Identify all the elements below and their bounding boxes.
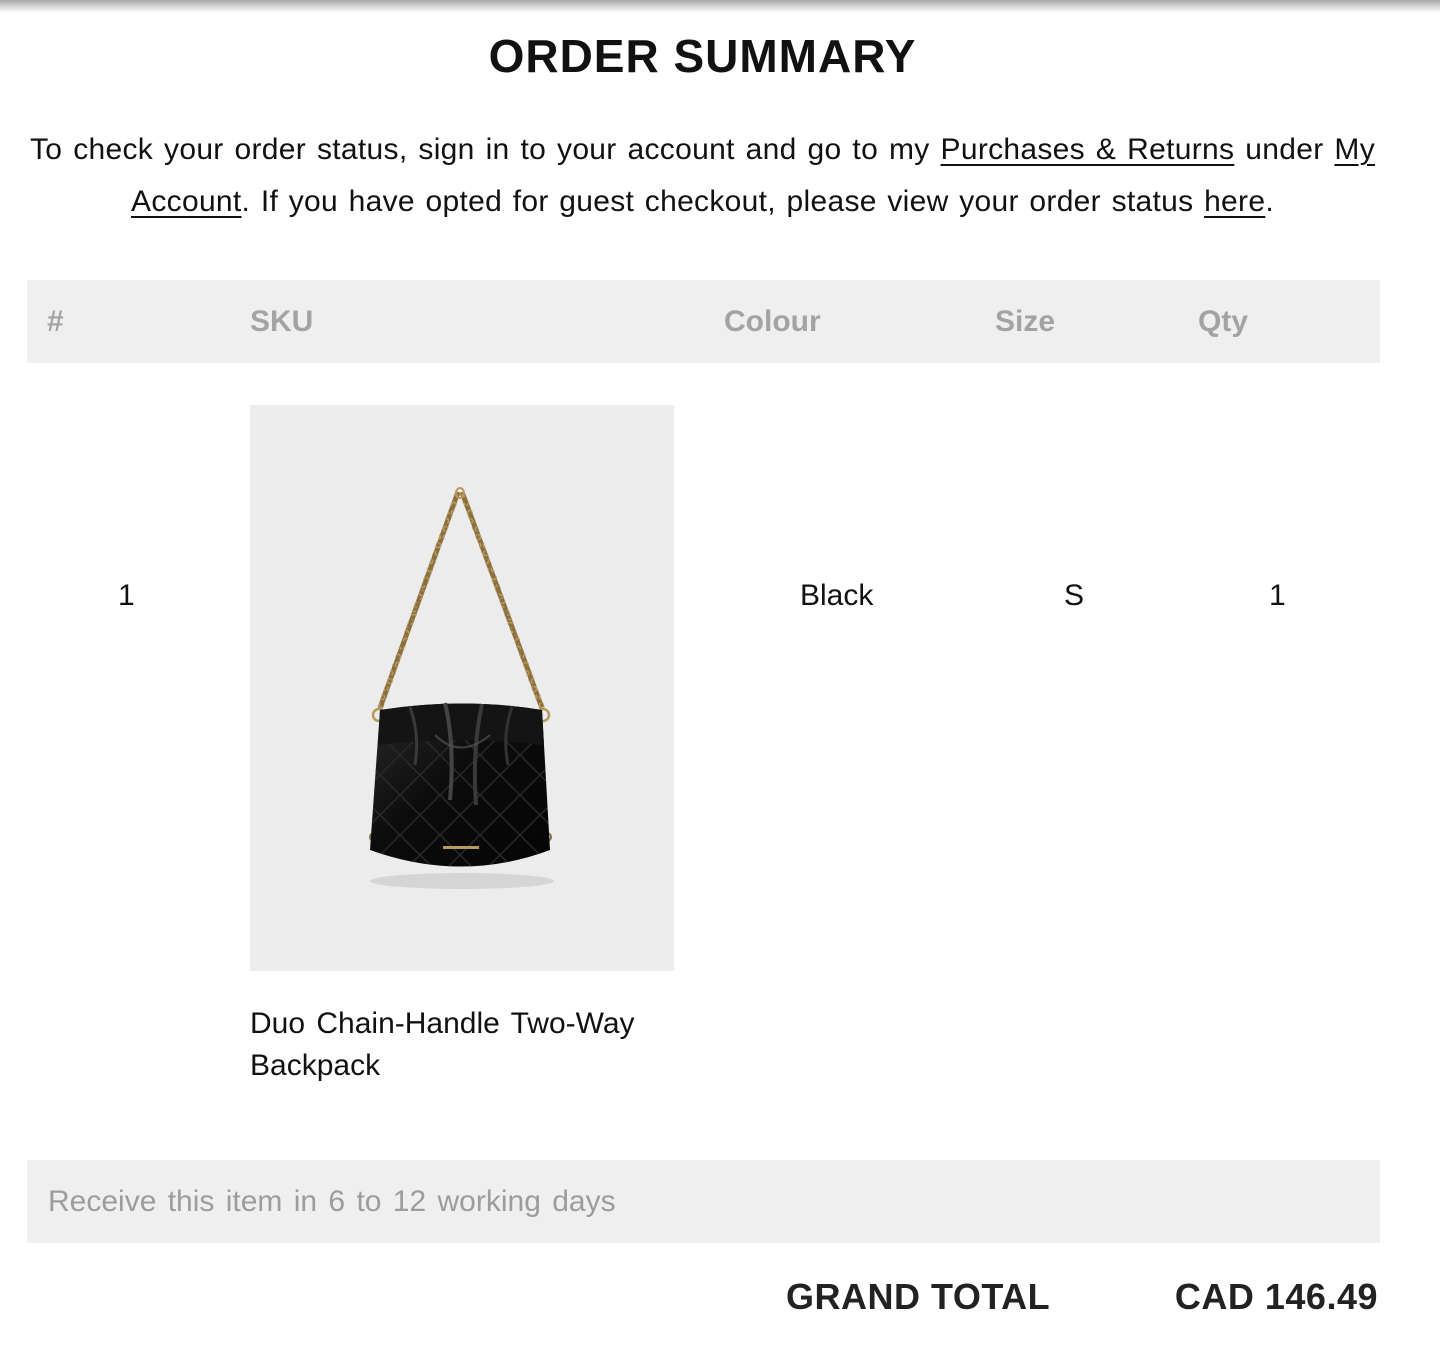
intro-text-3: . If you have opted for guest checkout, … (241, 185, 1205, 218)
intro-text-4: . (1265, 185, 1274, 218)
black-quilted-bucket-bag-image (369, 487, 554, 889)
order-status-instructions: To check your order status, sign in to y… (30, 124, 1375, 228)
intro-text-2: under (1234, 133, 1335, 166)
top-edge-shadow (0, 0, 1440, 14)
grand-total-label: GRAND TOTAL (786, 1276, 1051, 1317)
column-header-sku: SKU (250, 305, 314, 338)
page-title: ORDER SUMMARY (488, 30, 917, 82)
column-header-size: Size (995, 305, 1056, 338)
column-header-colour: Colour (724, 305, 821, 338)
product-name[interactable]: Duo Chain-Handle Two-Way Backpack (250, 1003, 680, 1087)
row-colour: Black (800, 579, 874, 612)
grand-total-value: CAD 146.49 (1174, 1276, 1378, 1317)
delivery-estimate-text: Receive this item in 6 to 12 working day… (48, 1185, 616, 1218)
product-image[interactable] (250, 405, 674, 971)
column-header-index: # (47, 305, 64, 338)
row-size: S (1064, 579, 1085, 612)
column-header-qty: Qty (1198, 305, 1249, 338)
order-table-header: # SKU Colour Size Qty (27, 280, 1380, 363)
intro-text-1: To check your order status, sign in to y… (30, 133, 941, 166)
guest-order-status-link[interactable]: here (1204, 185, 1265, 218)
purchases-returns-link[interactable]: Purchases & Returns (941, 133, 1235, 166)
row-qty: 1 (1269, 579, 1286, 612)
row-index: 1 (118, 579, 135, 612)
delivery-estimate-bar: Receive this item in 6 to 12 working day… (27, 1160, 1380, 1243)
